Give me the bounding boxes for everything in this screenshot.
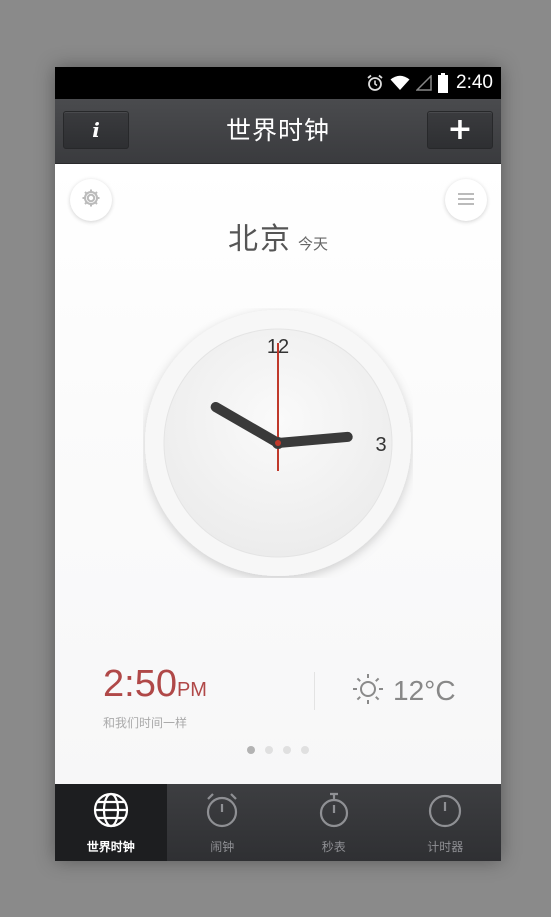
digital-ampm: PM (176, 679, 207, 701)
hour-hand (273, 431, 353, 448)
tab-label: 闹钟 (210, 839, 235, 854)
clock-numeral-3: 3 (375, 434, 386, 456)
tab-alarm[interactable]: 闹钟 (167, 784, 279, 861)
page-indicator[interactable] (55, 746, 501, 754)
gear-icon (81, 188, 101, 212)
sun-icon (351, 672, 385, 710)
tab-label: 计时器 (427, 839, 464, 854)
time-difference-label: 和我们时间一样 (103, 716, 188, 730)
alarm-icon (366, 74, 384, 92)
timer-icon (426, 791, 464, 838)
tab-world-clock[interactable]: 世界时钟 (55, 784, 167, 861)
tab-bar: 世界时钟 闹钟 秒表 计时器 (55, 784, 501, 861)
page-dot[interactable] (247, 746, 255, 754)
analog-clock[interactable]: 12 3 (143, 308, 413, 578)
stopwatch-icon (315, 791, 353, 838)
tab-timer[interactable]: 计时器 (390, 784, 502, 861)
battery-icon (438, 73, 449, 93)
page-dot[interactable] (265, 746, 273, 754)
status-time: 2:40 (456, 72, 493, 93)
city-header: 北京 今天 (55, 214, 501, 258)
title-bar: i 世界时钟 + (55, 99, 501, 164)
tab-stopwatch[interactable]: 秒表 (278, 784, 390, 861)
city-day-label: 今天 (297, 235, 328, 253)
city-name: 北京 (227, 222, 292, 257)
tab-label: 秒表 (321, 839, 346, 854)
status-bar: 2:40 (55, 67, 501, 99)
add-city-button[interactable]: + (427, 111, 493, 149)
status-icons: 2:40 (366, 67, 493, 99)
wifi-icon (390, 75, 410, 91)
signal-icon (416, 75, 432, 91)
temperature: 12°C (393, 675, 456, 706)
page-dot[interactable] (301, 746, 309, 754)
main-content[interactable]: 北京 今天 12 3 2:50PM 和我们时间一样 12°C (55, 164, 501, 784)
page-dot[interactable] (283, 746, 291, 754)
alarm-clock-icon (203, 791, 241, 838)
digital-time: 2:50PM (103, 664, 207, 710)
clock-center-dot (275, 440, 281, 446)
menu-icon (457, 191, 475, 210)
digital-time-value: 2:50 (103, 663, 177, 705)
weather: 12°C (351, 669, 456, 713)
globe-icon (92, 791, 130, 838)
tab-label: 世界时钟 (86, 839, 135, 854)
digital-time-block: 2:50PM 和我们时间一样 (103, 664, 207, 731)
divider (314, 672, 315, 710)
phone-screen: 2:40 i 世界时钟 + 北京 今天 12 3 2:50PM 和我们时间一样 … (55, 67, 501, 861)
